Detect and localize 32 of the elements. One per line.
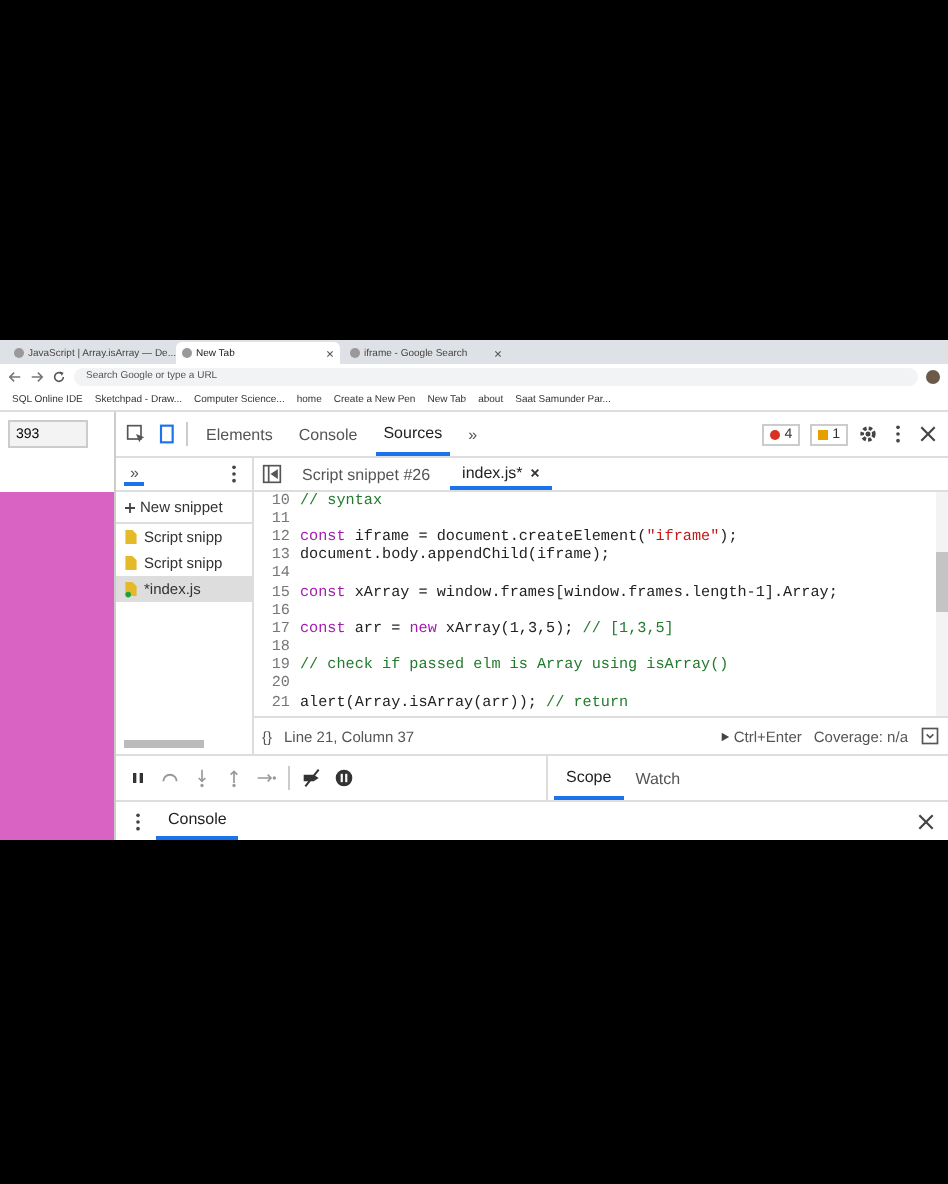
close-icon[interactable] [530,467,541,477]
back-icon[interactable] [8,369,22,383]
deactivate-breakpoints-icon[interactable] [302,768,322,788]
close-icon[interactable] [326,349,334,357]
play-icon [719,731,730,741]
more-tabs-button[interactable]: » [460,412,486,456]
inspect-icon[interactable] [126,424,146,444]
forward-icon[interactable] [30,369,44,383]
sidebar-tab[interactable]: Watch [623,756,693,800]
close-icon[interactable] [918,424,938,444]
sidebar-tab[interactable]: Scope [554,756,624,800]
avatar-icon[interactable] [926,369,940,383]
scrollbar-thumb[interactable] [124,740,204,748]
more-tabs-button[interactable]: » [124,463,145,485]
settings-icon[interactable] [858,424,878,444]
device-icon[interactable] [156,424,176,444]
panel-tab[interactable]: Sources [375,412,451,456]
step-into-icon[interactable] [192,768,212,788]
step-icon[interactable] [256,768,276,788]
panel-icon[interactable] [920,726,940,746]
pause-icon[interactable] [128,768,148,788]
editor-tab[interactable]: Script snippet #26 [290,458,443,490]
close-icon[interactable] [916,811,936,831]
plus-icon [124,501,136,513]
sidebar-toggle-icon[interactable] [262,464,282,484]
editor-tab[interactable]: index.js* [450,458,553,490]
close-icon[interactable] [494,349,502,357]
pause-on-exceptions-icon[interactable] [334,768,354,788]
panel-tab[interactable]: Console [290,412,366,456]
scrollbar-thumb[interactable] [936,552,948,612]
reload-icon[interactable] [52,369,66,383]
panel-tab[interactable]: Elements [198,412,281,456]
